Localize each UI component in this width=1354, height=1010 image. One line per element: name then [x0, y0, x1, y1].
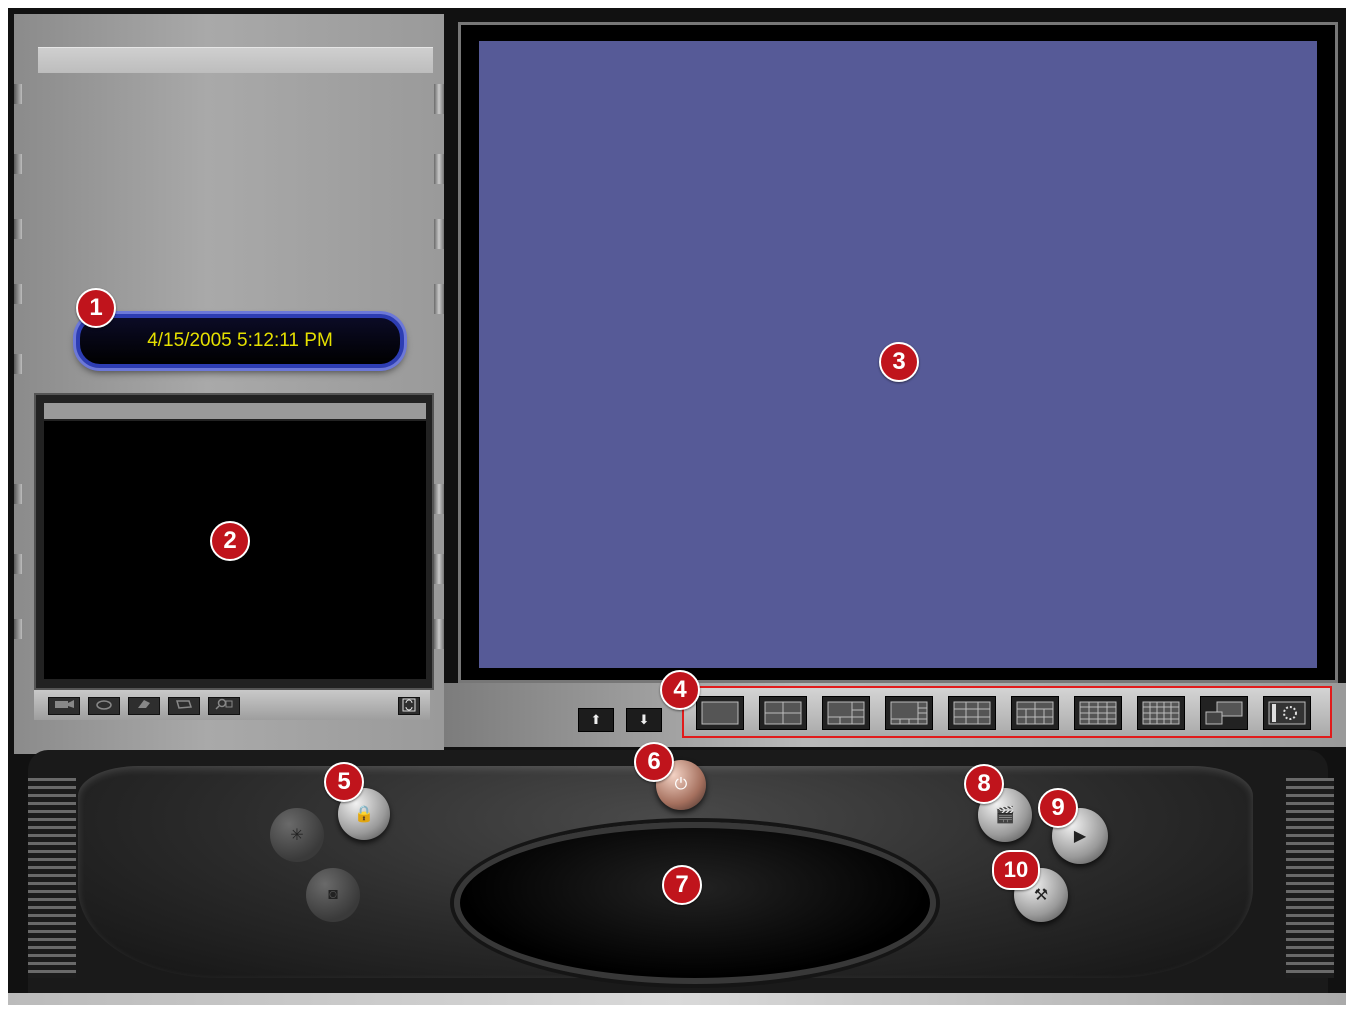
- clapperboard-icon: 🎬: [995, 807, 1015, 824]
- layout-1-plus-7-button[interactable]: [885, 696, 933, 730]
- camera-toolbar: [34, 690, 430, 720]
- callout-badge-2: 2: [210, 521, 250, 561]
- left-speaker-grille: [28, 778, 76, 978]
- callout-badge-6: 6: [634, 742, 674, 782]
- panel-ridge: [14, 84, 22, 104]
- panel-ridge: [434, 554, 444, 584]
- panel-ridge: [434, 84, 444, 114]
- callout-badge-10: 10: [992, 850, 1040, 890]
- callout-badge-1: 1: [76, 288, 116, 328]
- preview-header: [44, 403, 426, 419]
- left-panel-title-bar: [38, 47, 433, 73]
- bottom-edge: [8, 993, 1346, 1005]
- camera-icon: ◙: [328, 886, 338, 903]
- panel-ridge: [434, 284, 444, 314]
- settings-icon[interactable]: [128, 697, 160, 715]
- status-display-oval: [454, 822, 936, 984]
- layout-1-plus-12-button[interactable]: [1011, 696, 1059, 730]
- panel-ridge: [14, 619, 22, 639]
- right-speaker-grille: [1286, 778, 1334, 978]
- layout-3x3-button[interactable]: [948, 696, 996, 730]
- screen-layout-selector: [682, 686, 1332, 738]
- panel-ridge: [434, 619, 444, 649]
- panel-ridge: [434, 219, 444, 249]
- dvr-application-window: 4/15/2005 5:12:11 PM ⬆ ⬇ ✳ ◙ 🔒 ⏻ 🎬 ▶ ⚒ 1…: [8, 8, 1346, 1005]
- power-icon: ⏻: [674, 776, 688, 793]
- page-down-button[interactable]: ⬇: [626, 708, 662, 732]
- panel-ridge: [434, 154, 444, 184]
- callout-badge-7: 7: [662, 865, 702, 905]
- layout-2x2-button[interactable]: [759, 696, 807, 730]
- panel-ridge: [14, 554, 22, 574]
- folder-icon[interactable]: [168, 697, 200, 715]
- callout-badge-8: 8: [964, 764, 1004, 804]
- layout-4x4-alt-button[interactable]: [1074, 696, 1122, 730]
- layout-1-plus-5-button[interactable]: [822, 696, 870, 730]
- panel-ridge: [434, 484, 444, 514]
- page-up-button[interactable]: ⬆: [578, 708, 614, 732]
- lock-icon: 🔒: [354, 806, 374, 823]
- camera-icon[interactable]: [48, 697, 80, 715]
- callout-badge-3: 3: [879, 342, 919, 382]
- ptz-icon[interactable]: [88, 697, 120, 715]
- search-icon[interactable]: [208, 697, 240, 715]
- panel-ridge: [14, 484, 22, 504]
- panel-ridge: [14, 219, 22, 239]
- callout-badge-5: 5: [324, 762, 364, 802]
- remote-camera-button[interactable]: ◙: [306, 868, 360, 922]
- panel-ridge: [14, 154, 22, 174]
- refresh-icon[interactable]: [398, 697, 420, 715]
- layout-sequence-button[interactable]: [1263, 696, 1311, 730]
- layout-1x1-button[interactable]: [696, 696, 744, 730]
- layout-4x4-button[interactable]: [1137, 696, 1185, 730]
- panel-ridge: [14, 354, 22, 374]
- panel-ridge: [14, 284, 22, 304]
- callout-badge-4: 4: [660, 670, 700, 710]
- network-button[interactable]: ✳: [270, 808, 324, 862]
- tools-icon: ⚒: [1033, 887, 1049, 904]
- callout-badge-9: 9: [1038, 788, 1078, 828]
- network-icon: ✳: [290, 827, 304, 844]
- play-icon: ▶: [1073, 828, 1087, 845]
- datetime-display: 4/15/2005 5:12:11 PM: [76, 314, 404, 368]
- layout-pip-button[interactable]: [1200, 696, 1248, 730]
